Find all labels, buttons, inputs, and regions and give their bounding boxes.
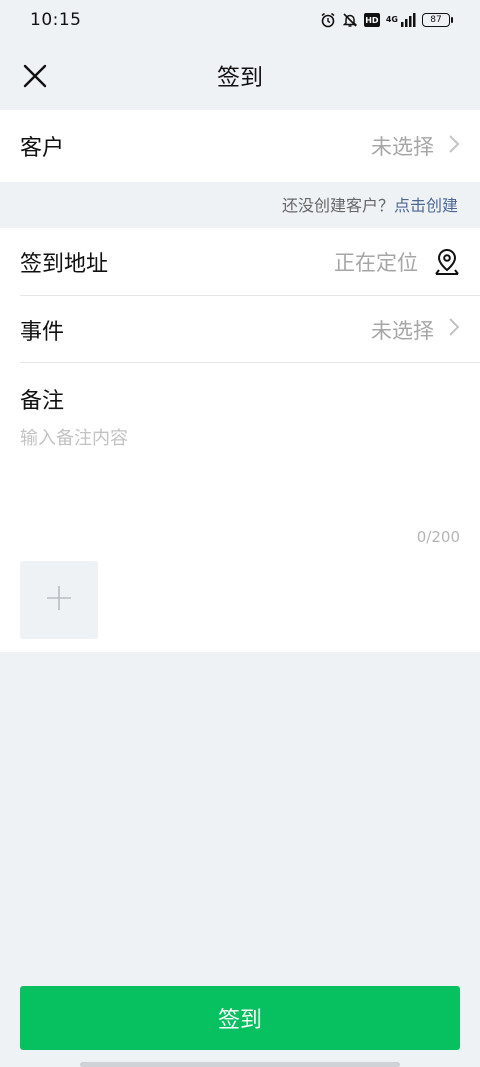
event-label: 事件 (20, 319, 65, 345)
notes-char-counter: 0/200 (416, 528, 460, 546)
chevron-right-icon (448, 317, 460, 342)
hint-text: 还没创建客户？ (281, 196, 394, 215)
customer-value: 未选择 (371, 135, 434, 159)
network-type: 4G (385, 15, 398, 24)
status-icons: HD 4G 87 (320, 12, 453, 28)
event-row[interactable]: 事件 未选择 (0, 296, 480, 363)
notes-label: 备注 (20, 389, 65, 414)
status-time: 10:15 (30, 10, 82, 30)
event-value-group: 未选择 (371, 315, 460, 345)
add-photo-button[interactable] (20, 561, 98, 639)
status-bar: 10:15 HD 4G 87 (0, 0, 480, 40)
notes-input[interactable] (20, 424, 460, 524)
home-indicator (80, 1062, 400, 1067)
check-in-submit-button[interactable]: 签到 (20, 986, 460, 1050)
create-customer-hint: 还没创建客户？点击创建 (282, 192, 458, 216)
customer-card: 客户 未选择 (0, 110, 480, 182)
customer-value-group: 未选择 (371, 131, 460, 161)
create-customer-link[interactable]: 点击创建 (394, 196, 458, 215)
chevron-right-icon (448, 134, 460, 159)
address-row[interactable]: 签到地址 正在定位 (0, 228, 480, 296)
alarm-icon (320, 12, 336, 28)
address-label: 签到地址 (20, 252, 109, 277)
hd-badge: HD (363, 13, 380, 27)
signal-icon (400, 13, 416, 27)
customer-label: 客户 (20, 136, 65, 161)
page-title: 签到 (217, 65, 263, 91)
location-pin-icon[interactable] (434, 248, 460, 281)
address-value: 正在定位 (334, 251, 418, 275)
close-icon[interactable] (22, 63, 48, 89)
mute-bell-icon (342, 12, 358, 28)
divider (20, 362, 480, 363)
plus-icon (45, 584, 73, 616)
customer-row[interactable]: 客户 未选择 (0, 110, 480, 182)
event-value: 未选择 (371, 318, 434, 343)
check-in-screen: 10:15 HD 4G 87 签到 客户 未选择 还没创建客户？点击创建 签到地… (0, 0, 480, 1067)
address-value-group: 正在定位 (334, 244, 460, 281)
battery-indicator: 87 (422, 13, 453, 27)
nav-bar: 签到 (0, 40, 480, 110)
